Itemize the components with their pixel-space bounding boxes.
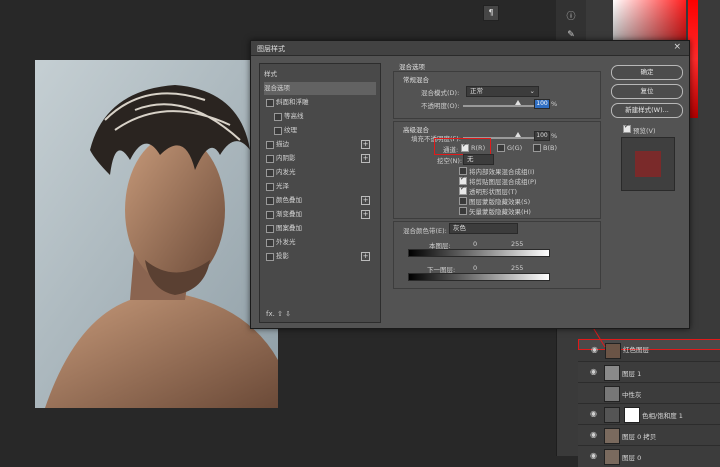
knockout-select[interactable]: 无 [463,154,494,165]
style-label: 内阴影 [276,154,296,162]
channel-b-label: B(B) [543,144,557,152]
fill-opacity-input[interactable]: 100 [534,131,550,141]
option-label: 矢量蒙版隐藏效果(H) [469,208,531,216]
style-label: 外发光 [276,238,296,246]
checkbox[interactable] [266,141,274,149]
checkbox[interactable] [266,169,274,177]
checkbox[interactable] [274,127,282,135]
option-checkbox[interactable] [459,175,467,185]
channel-g-label: G(G) [507,144,523,152]
checkbox[interactable] [274,113,282,121]
this-layer-min: 0 [473,240,478,248]
style-label: 纹理 [284,126,297,134]
preview-label: 预览(V) [633,127,656,135]
option-label: 将剪贴图层混合成组(P) [469,178,537,186]
checkbox[interactable] [266,183,274,191]
style-item-color-overlay[interactable]: 颜色叠加 + [264,194,376,207]
highlight-box [434,138,491,155]
channel-g-checkbox[interactable] [497,144,505,152]
style-label: 内发光 [276,168,296,176]
checkbox[interactable] [266,225,274,233]
style-label: 斜面和浮雕 [276,98,309,106]
style-item-contour[interactable]: 等高线 [264,110,376,123]
option-label: 透明形状图层(T) [469,188,518,196]
style-label: 混合选项 [264,84,290,92]
opacity-unit: % [551,100,558,108]
option-label: 将内部效果混合成组(I) [469,168,535,176]
blend-mode-select[interactable]: 正常 ⌄ [466,86,539,97]
style-label: 颜色叠加 [276,196,302,204]
add-icon[interactable]: + [361,210,370,219]
style-item-bevel[interactable]: 斜面和浮雕 [264,96,376,109]
checkbox[interactable] [266,155,274,163]
opacity-slider[interactable] [463,105,535,107]
new-style-button[interactable]: 新建样式(W)... [611,103,683,118]
close-icon[interactable]: × [673,42,681,52]
option-checkbox[interactable] [459,167,467,175]
add-icon[interactable]: + [361,154,370,163]
fill-opacity-knob[interactable] [515,132,521,137]
chevron-down-icon: ⌄ [529,87,535,95]
add-icon[interactable]: + [361,196,370,205]
blend-if-label: 混合颜色带(E): [403,227,447,235]
option-checkbox[interactable] [459,185,467,195]
checkbox[interactable] [266,197,274,205]
styles-header: 样式 [264,70,277,78]
fill-opacity-unit: % [551,132,558,140]
opacity-label: 不透明度(O): [421,102,460,110]
knockout-value: 无 [467,155,474,163]
blend-if-value: 灰色 [453,224,466,232]
style-item-outer-glow[interactable]: 外发光 [264,236,376,249]
knockout-label: 挖空(N): [437,157,463,165]
checkbox[interactable] [266,211,274,219]
under-layer-max: 255 [511,264,524,272]
option-label: 图层蒙版隐藏效果(S) [469,198,531,206]
blend-options-title: 混合选项 [399,63,425,71]
style-item-inner-glow[interactable]: 内发光 [264,166,376,179]
style-item-gradient-overlay[interactable]: 渐变叠加 + [264,208,376,221]
layer-style-dialog: 图层样式 × 样式 混合选项 斜面和浮雕 等高线 纹理 描边 + 内阴影 + 内发光… [250,40,690,329]
dialog-titlebar[interactable]: 图层样式 × [251,41,689,56]
style-label: 描边 [276,140,289,148]
style-label: 图案叠加 [276,224,302,232]
checkbox[interactable] [266,253,274,261]
style-item-texture[interactable]: 纹理 [264,124,376,137]
style-item-satin[interactable]: 光泽 [264,180,376,193]
style-item-inner-shadow[interactable]: 内阴影 + [264,152,376,165]
general-blending-title: 常规混合 [403,76,429,84]
checkbox[interactable] [266,239,274,247]
this-layer-gradient[interactable] [408,249,550,257]
preview-checkbox[interactable] [623,123,631,133]
style-label: 等高线 [284,112,304,120]
checkbox[interactable] [266,99,274,107]
ok-button[interactable]: 确定 [611,65,683,80]
blend-if-select[interactable]: 灰色 [449,223,518,234]
under-layer-gradient[interactable] [408,273,550,281]
preview-color [635,151,661,177]
preview-swatch [621,137,675,191]
under-layer-min: 0 [473,264,478,272]
this-layer-max: 255 [511,240,524,248]
fx-footer[interactable]: fx. ⇧ ⇩ [266,310,291,318]
option-checkbox[interactable] [459,207,467,215]
styles-list: 样式 混合选项 斜面和浮雕 等高线 纹理 描边 + 内阴影 + 内发光 光泽 颜色叠… [259,63,381,323]
option-checkbox[interactable] [459,197,467,205]
style-label: 投影 [276,252,289,260]
add-icon[interactable]: + [361,252,370,261]
dialog-title: 图层样式 [257,45,285,53]
style-item-stroke[interactable]: 描边 + [264,138,376,151]
blend-mode-value: 正常 [470,87,483,95]
style-label: 渐变叠加 [276,210,302,218]
channel-b-checkbox[interactable] [533,144,541,152]
reset-button[interactable]: 复位 [611,84,683,99]
style-item-blend-options[interactable]: 混合选项 [264,82,376,95]
opacity-input[interactable]: 100 [534,99,550,109]
add-icon[interactable]: + [361,140,370,149]
style-item-pattern-overlay[interactable]: 图案叠加 [264,222,376,235]
style-label: 光泽 [276,182,289,190]
style-item-drop-shadow[interactable]: 投影 + [264,250,376,263]
opacity-slider-knob[interactable] [515,100,521,105]
blend-mode-label: 混合模式(D): [421,89,460,97]
